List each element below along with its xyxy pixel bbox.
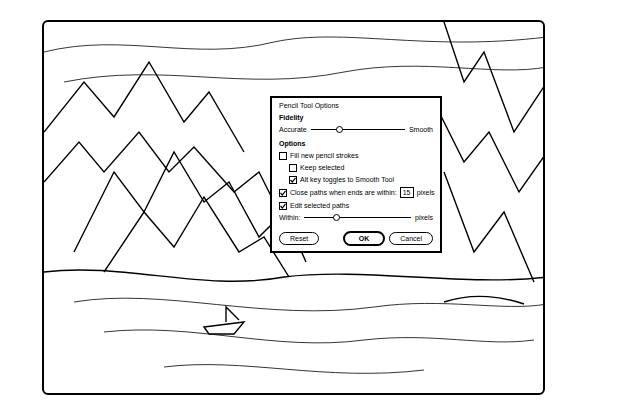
slider-knob[interactable] <box>333 214 340 221</box>
unit-label: pixels <box>417 188 435 197</box>
option-row: Within: pixels <box>279 213 433 222</box>
options-list: Fill new pencil strokes Keep selected Alt … <box>279 151 433 222</box>
reset-button[interactable]: Reset <box>279 232 319 245</box>
options-label: Options <box>279 139 433 148</box>
fidelity-slider[interactable] <box>311 125 405 134</box>
checkbox[interactable] <box>289 164 297 172</box>
option-label: Fill new pencil strokes <box>290 151 358 160</box>
checkbox[interactable] <box>279 189 287 197</box>
ok-button[interactable]: OK <box>343 231 386 246</box>
option-row[interactable]: Close paths when ends are within:15pixel… <box>279 187 433 198</box>
fidelity-row: Accurate Smooth <box>279 125 433 134</box>
option-row[interactable]: Keep selected <box>279 163 433 172</box>
canvas-frame: Pencil Tool Options Fidelity Accurate Smoot… <box>42 20 545 395</box>
option-label: Alt key toggles to Smooth Tool <box>300 175 394 184</box>
pixels-field[interactable]: 15 <box>400 187 414 198</box>
option-label: Edit selected paths <box>290 201 349 210</box>
check-icon <box>280 203 286 209</box>
smooth-label: Smooth <box>409 125 433 134</box>
check-icon <box>280 190 286 196</box>
unit-label: pixels <box>415 213 433 222</box>
dialog-title: Pencil Tool Options <box>279 101 433 110</box>
checkbox[interactable] <box>279 202 287 210</box>
option-label: Keep selected <box>300 163 344 172</box>
check-icon <box>290 177 296 183</box>
option-row[interactable]: Fill new pencil strokes <box>279 151 433 160</box>
option-label: Within: <box>279 213 300 222</box>
accurate-label: Accurate <box>279 125 307 134</box>
option-row[interactable]: Edit selected paths <box>279 201 433 210</box>
button-row: Reset OKCancel <box>279 231 433 246</box>
slider-knob[interactable] <box>336 126 343 133</box>
checkbox[interactable] <box>279 152 287 160</box>
option-label: Close paths when ends are within: <box>290 188 397 197</box>
page: Pencil Tool Options Fidelity Accurate Smoot… <box>0 0 617 407</box>
cancel-button[interactable]: Cancel <box>389 232 433 245</box>
checkbox[interactable] <box>289 176 297 184</box>
option-row[interactable]: Alt key toggles to Smooth Tool <box>279 175 433 184</box>
within-slider[interactable] <box>304 213 411 222</box>
pencil-tool-options-dialog: Pencil Tool Options Fidelity Accurate Smoot… <box>270 96 442 253</box>
fidelity-label: Fidelity <box>279 113 433 122</box>
